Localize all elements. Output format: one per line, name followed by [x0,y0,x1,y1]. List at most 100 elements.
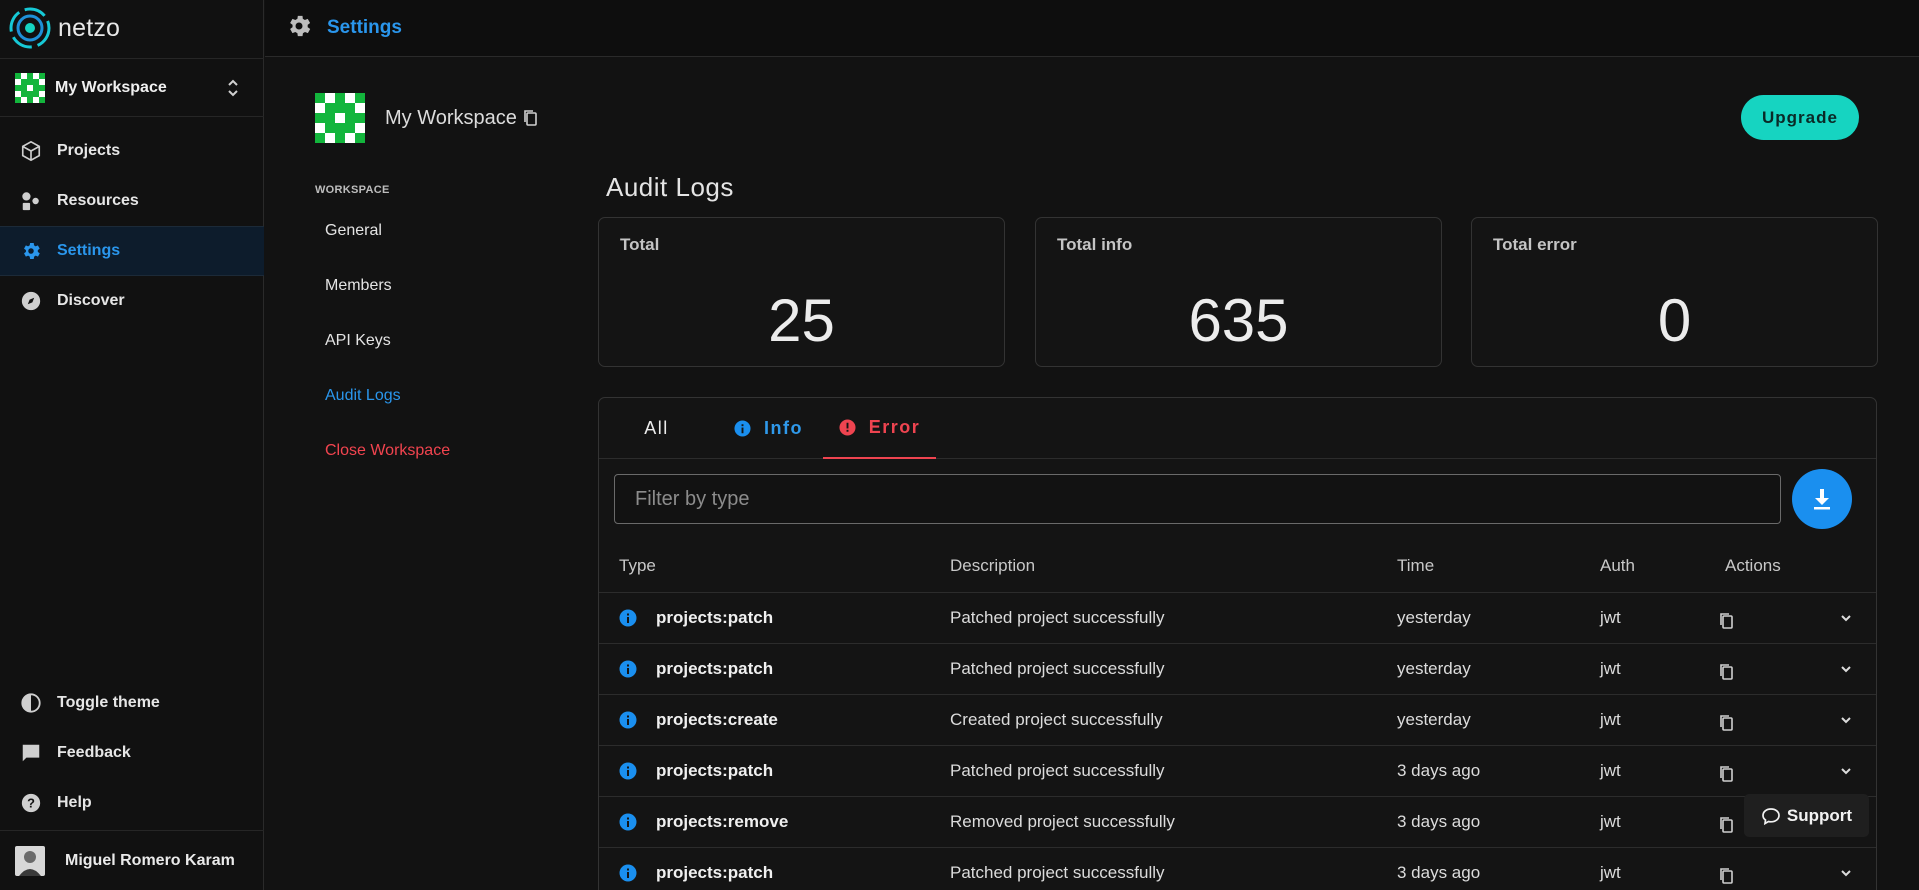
stat-card-total-info: Total info 635 [1035,217,1442,367]
row-description: Patched project successfully [950,608,1165,627]
table-row[interactable]: projects:patch Patched project successfu… [599,593,1876,644]
page-title: Settings [327,17,402,38]
copy-icon[interactable] [1719,816,1735,839]
row-type: projects:patch [656,761,774,780]
column-header-description[interactable]: Description [950,556,1035,576]
column-header-actions: Actions [1725,556,1781,575]
copy-icon[interactable] [1719,765,1735,788]
main-content: My Workspace Upgrade WORKSPACE General M… [265,58,1919,890]
table-row[interactable]: projects:patch Patched project successfu… [599,644,1876,695]
chevron-down-icon[interactable] [1839,661,1853,681]
row-time: 3 days ago [1397,812,1481,831]
sidebar-item-label: Discover [57,292,125,309]
download-button[interactable] [1792,469,1852,529]
workspace-switcher[interactable]: My Workspace [0,58,264,117]
app-name: netzo [58,13,121,42]
copy-icon[interactable] [523,109,539,127]
copy-icon[interactable] [1719,663,1735,686]
row-description: Patched project successfully [950,659,1165,678]
filter-input[interactable] [614,474,1781,524]
row-auth: jwt [1600,761,1621,780]
workspace-avatar [15,72,45,103]
audit-log-panel: All Info Error Filter by type Type Descr… [598,397,1877,890]
chevron-updown-icon [228,79,238,97]
column-header-type[interactable]: Type [619,556,656,576]
info-icon [734,420,751,437]
error-icon [839,419,856,436]
subnav-item-close-workspace[interactable]: Close Workspace [315,440,515,495]
shapes-icon [19,189,43,213]
stat-card-total: Total 25 [598,217,1005,367]
tab-all[interactable]: All [599,398,714,459]
chat-icon [19,741,43,765]
row-auth: jwt [1600,812,1621,831]
sidebar-item-projects[interactable]: Projects [0,126,264,176]
subnav-item-audit-logs[interactable]: Audit Logs [315,385,515,440]
svg-text:?: ? [27,796,35,811]
info-icon [619,762,637,785]
feedback-button[interactable]: Feedback [0,728,264,778]
table-header: Type Description Time Auth Actions [599,537,1876,593]
copy-icon[interactable] [1719,867,1735,890]
stat-value: 0 [1657,287,1692,354]
row-auth: jwt [1600,863,1621,882]
sidebar-item-label: Resources [57,192,139,209]
info-icon [619,711,637,734]
user-profile[interactable]: Miguel Romero Karam [0,830,264,890]
info-icon [619,864,637,887]
contrast-icon [19,691,43,715]
workspace-switcher-label: My Workspace [55,78,167,96]
sidebar-item-settings[interactable]: Settings [0,226,264,276]
help-icon: ? [19,791,43,815]
row-auth: jwt [1600,659,1621,678]
toggle-theme-button[interactable]: Toggle theme [0,678,264,728]
info-icon [619,660,637,683]
section-title: Audit Logs [606,172,734,202]
column-header-auth[interactable]: Auth [1600,556,1635,576]
row-description: Removed project successfully [950,812,1175,831]
row-auth: jwt [1600,608,1621,627]
table-row[interactable]: projects:patch Patched project successfu… [599,848,1876,890]
support-button[interactable]: Support [1744,794,1869,837]
copy-icon[interactable] [1719,714,1735,737]
table-row[interactable]: projects:patch Patched project successfu… [599,746,1876,797]
chevron-down-icon[interactable] [1839,712,1853,732]
subnav-item-general[interactable]: General [315,220,515,275]
row-time: yesterday [1397,710,1471,729]
column-header-time[interactable]: Time [1397,556,1434,576]
sidebar-item-discover[interactable]: Discover [0,276,264,326]
tab-info[interactable]: Info [714,398,823,459]
stat-label: Total [620,235,660,254]
stat-label: Total error [1493,235,1577,254]
info-icon [619,609,637,632]
log-tabs: All Info Error [599,398,1876,459]
tab-label: All [644,418,669,438]
chevron-down-icon[interactable] [1839,865,1853,885]
subnav-item-api-keys[interactable]: API Keys [315,330,515,385]
table-row[interactable]: projects:create Created project successf… [599,695,1876,746]
sidebar-bottom-nav: Toggle theme Feedback ? Help [0,678,264,828]
upgrade-button[interactable]: Upgrade [1741,95,1859,140]
table-row[interactable]: projects:remove Removed project successf… [599,797,1876,848]
copy-icon[interactable] [1719,612,1735,635]
help-button[interactable]: ? Help [0,778,264,828]
gear-icon [285,12,313,45]
settings-subnav: WORKSPACE General Members API Keys Audit… [315,184,515,495]
sidebar-item-resources[interactable]: Resources [0,176,264,226]
sidebar-nav: Projects Resources Settings Discover [0,126,264,326]
workspace-header: My Workspace [315,93,539,143]
logo[interactable]: netzo [8,5,120,51]
sidebar-item-label: Feedback [57,744,131,761]
support-label: Support [1786,805,1853,825]
row-type: projects:create [656,710,778,729]
cube-icon [19,139,43,163]
subnav-item-members[interactable]: Members [315,275,515,330]
tab-error[interactable]: Error [823,398,936,459]
sidebar-item-label: Projects [57,142,121,159]
stat-label: Total info [1057,235,1133,254]
compass-icon [19,289,43,313]
row-description: Patched project successfully [950,761,1165,780]
row-type: projects:patch [656,608,774,627]
chevron-down-icon[interactable] [1839,610,1853,630]
chevron-down-icon[interactable] [1839,763,1853,783]
